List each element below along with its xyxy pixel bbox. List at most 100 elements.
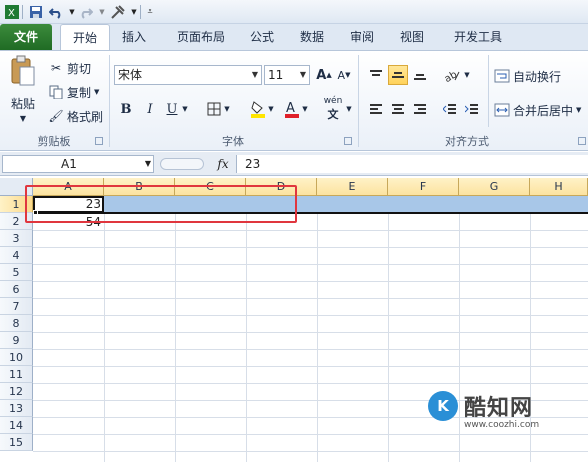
undo-icon[interactable] xyxy=(48,4,64,20)
save-icon[interactable] xyxy=(28,4,44,20)
insert-function-button[interactable]: fx xyxy=(214,155,232,173)
decrease-indent-button[interactable] xyxy=(440,99,460,119)
cut-label: 剪切 xyxy=(67,61,92,76)
shrink-font-button[interactable]: A ▼ xyxy=(334,65,354,85)
wrap-text-button[interactable]: 自动换行 xyxy=(494,67,561,85)
column-header-e[interactable]: E xyxy=(317,178,388,196)
font-size-select[interactable]: 11 ▼ xyxy=(264,65,310,85)
phonetic-button[interactable]: wén 文 xyxy=(322,95,344,123)
paste-icon xyxy=(10,55,36,87)
tab-developer[interactable]: 开发工具 xyxy=(446,24,510,50)
tab-insert[interactable]: 插入 xyxy=(114,24,154,50)
column-header-g[interactable]: G xyxy=(459,178,530,196)
column-header-h[interactable]: H xyxy=(530,178,588,196)
underline-dropdown-icon[interactable]: ▼ xyxy=(180,99,190,119)
clipboard-group-label: 剪贴板 xyxy=(37,135,71,148)
align-top-button[interactable] xyxy=(366,65,386,85)
merge-center-button[interactable]: 合并后居中 ▼ xyxy=(494,101,581,119)
increase-indent-icon xyxy=(465,104,478,114)
scissors-icon: ✂ xyxy=(50,61,62,75)
row-header-11[interactable]: 11 xyxy=(0,366,33,383)
italic-button[interactable]: I xyxy=(140,99,160,119)
paint-bucket-icon xyxy=(251,101,265,118)
redo-dropdown-icon[interactable]: ▼ xyxy=(94,4,110,20)
wrap-text-label: 自动换行 xyxy=(513,69,562,84)
orientation-button[interactable]: ab xyxy=(442,65,462,85)
gridline xyxy=(175,196,176,462)
row-header-7[interactable]: 7 xyxy=(0,298,33,315)
shrink-font-icon: ▼ xyxy=(345,71,351,79)
separator xyxy=(22,5,23,19)
gridline xyxy=(33,349,588,350)
wen-icon: 文 xyxy=(327,108,339,121)
ribbon-home: 粘贴 ▼ ✂ 剪切 复制 ▼ 🖌 格式刷 剪贴板 宋体 ▼ 11 ▼ A ▲ A ▼… xyxy=(0,50,588,151)
align-left-icon xyxy=(370,104,382,114)
font-name-select[interactable]: 宋体 ▼ xyxy=(114,65,262,85)
row-header-8[interactable]: 8 xyxy=(0,315,33,332)
gridline xyxy=(33,230,588,231)
svg-text:X: X xyxy=(8,8,15,19)
border-dropdown-icon[interactable]: ▼ xyxy=(222,99,232,119)
merge-dropdown-icon[interactable]: ▼ xyxy=(576,106,581,114)
border-button[interactable] xyxy=(204,99,224,119)
customize-qat-icon[interactable]: ⩡ xyxy=(142,4,158,20)
align-bottom-icon xyxy=(414,74,426,80)
row-header-6[interactable]: 6 xyxy=(0,281,33,298)
align-right-button[interactable] xyxy=(410,99,430,119)
row-header-15[interactable]: 15 xyxy=(0,434,33,451)
tab-page-layout[interactable]: 页面布局 xyxy=(164,24,238,50)
cut-button[interactable]: ✂ 剪切 xyxy=(48,59,91,77)
fill-color-button[interactable] xyxy=(248,99,268,119)
grow-font-button[interactable]: A ▲ xyxy=(314,65,334,85)
orientation-dropdown-icon[interactable]: ▼ xyxy=(462,65,472,85)
font-launcher-icon[interactable] xyxy=(344,137,352,145)
clipboard-launcher-icon[interactable] xyxy=(95,137,103,145)
align-bottom-button[interactable] xyxy=(410,65,430,85)
formula-bar-resize-handle[interactable] xyxy=(160,158,204,170)
copy-dropdown-icon[interactable]: ▼ xyxy=(94,88,99,96)
ribbon-tabs: 文件 开始 插入 页面布局 公式 数据 审阅 视图 开发工具 xyxy=(0,24,588,51)
tab-data[interactable]: 数据 xyxy=(292,24,332,50)
align-middle-button[interactable] xyxy=(388,65,408,85)
copy-button[interactable]: 复制 ▼ xyxy=(48,83,99,101)
align-left-button[interactable] xyxy=(366,99,386,119)
row-header-14[interactable]: 14 xyxy=(0,417,33,434)
row-header-5[interactable]: 5 xyxy=(0,264,33,281)
phonetic-label: wén xyxy=(323,96,343,106)
chevron-down-icon: ▼ xyxy=(251,70,259,79)
row-header-4[interactable]: 4 xyxy=(0,247,33,264)
row-header-10[interactable]: 10 xyxy=(0,349,33,366)
tab-view[interactable]: 视图 xyxy=(392,24,432,50)
separator xyxy=(140,5,141,19)
excel-logo-icon[interactable]: X xyxy=(4,4,20,20)
row-header-9[interactable]: 9 xyxy=(0,332,33,349)
redo-icon[interactable] xyxy=(78,4,94,20)
row-header-12[interactable]: 12 xyxy=(0,383,33,400)
font-color-dropdown-icon[interactable]: ▼ xyxy=(300,99,310,119)
bold-button[interactable]: B xyxy=(116,99,136,119)
row-header-13[interactable]: 13 xyxy=(0,400,33,417)
font-color-button[interactable]: A xyxy=(282,99,302,119)
underline-button[interactable]: U xyxy=(162,99,182,119)
phonetic-dropdown-icon[interactable]: ▼ xyxy=(344,99,354,119)
tools-icon[interactable] xyxy=(110,4,126,20)
paste-button[interactable]: 粘贴 ▼ xyxy=(6,55,40,129)
gridline xyxy=(33,332,588,333)
tab-file[interactable]: 文件 xyxy=(0,24,52,50)
formula-input[interactable]: 23 xyxy=(236,155,588,173)
paste-dropdown-icon[interactable]: ▼ xyxy=(20,114,26,123)
align-center-icon xyxy=(392,104,404,114)
tab-formulas[interactable]: 公式 xyxy=(242,24,282,50)
name-box[interactable]: A1 ▼ xyxy=(2,155,154,173)
tab-review[interactable]: 审阅 xyxy=(342,24,382,50)
row-header-3[interactable]: 3 xyxy=(0,230,33,247)
column-header-f[interactable]: F xyxy=(388,178,459,196)
increase-indent-button[interactable] xyxy=(462,99,482,119)
format-painter-button[interactable]: 🖌 格式刷 xyxy=(48,107,103,125)
alignment-launcher-icon[interactable] xyxy=(578,137,586,145)
align-middle-icon xyxy=(392,72,404,78)
fill-color-dropdown-icon[interactable]: ▼ xyxy=(266,99,276,119)
align-right-icon xyxy=(414,104,426,114)
tab-home[interactable]: 开始 xyxy=(60,24,110,51)
align-center-button[interactable] xyxy=(388,99,408,119)
